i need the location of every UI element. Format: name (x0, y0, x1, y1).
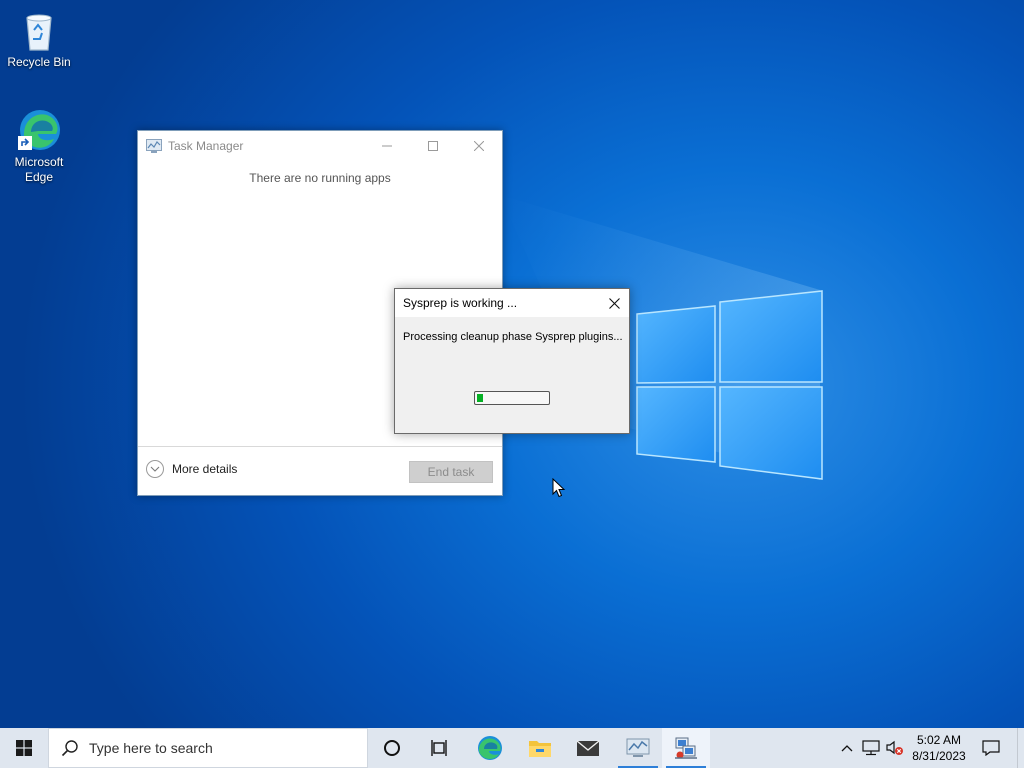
file-explorer-button[interactable] (516, 728, 564, 768)
progress-bar (474, 391, 550, 405)
minimize-icon (382, 145, 392, 147)
mouse-cursor-icon (552, 478, 566, 498)
close-icon (474, 141, 484, 151)
volume-tray-button[interactable] (884, 728, 906, 768)
taskbar-clock[interactable]: 5:02 AM 8/31/2023 (908, 732, 970, 764)
cortana-button[interactable] (368, 728, 416, 768)
maximize-button[interactable] (410, 131, 456, 161)
search-input[interactable] (87, 739, 351, 757)
task-manager-icon (626, 738, 650, 757)
more-details-label: More details (172, 462, 238, 476)
search-icon (61, 739, 79, 757)
desktop-icon-microsoft-edge[interactable]: Microsoft Edge (1, 106, 77, 185)
show-hidden-icons-button[interactable] (838, 728, 856, 768)
clock-date: 8/31/2023 (912, 749, 966, 763)
desktop-icon-recycle-bin[interactable]: Recycle Bin (1, 8, 77, 70)
task-manager-footer: More details End task (138, 446, 502, 495)
task-view-button[interactable] (416, 728, 464, 768)
taskbar-sysprep-button[interactable] (662, 728, 710, 768)
taskbar-edge-button[interactable] (466, 728, 514, 768)
more-details-button[interactable]: More details (146, 460, 237, 478)
windows-start-icon (16, 740, 32, 756)
show-desktop-button[interactable] (1017, 728, 1024, 768)
maximize-icon (428, 141, 438, 151)
taskbar: 5:02 AM 8/31/2023 (0, 728, 1024, 768)
progress-fill (477, 394, 483, 402)
sysprep-titlebar[interactable]: Sysprep is working ... (395, 289, 629, 317)
clock-time: 5:02 AM (916, 733, 962, 747)
notification-icon (982, 740, 1000, 756)
taskbar-search-box[interactable] (48, 728, 368, 768)
taskbar-task-manager-button[interactable] (614, 728, 662, 768)
start-button[interactable] (0, 728, 48, 768)
network-icon (862, 740, 880, 756)
chevron-up-icon (841, 745, 853, 752)
edge-icon (478, 736, 502, 760)
mail-icon (576, 740, 600, 756)
task-view-icon (431, 740, 447, 756)
no-apps-message: There are no running apps (249, 171, 391, 185)
edge-icon (18, 110, 60, 150)
task-manager-titlebar[interactable]: Task Manager (138, 131, 502, 161)
task-manager-icon (146, 139, 162, 153)
close-button[interactable] (599, 289, 629, 317)
network-tray-button[interactable] (860, 728, 882, 768)
volume-muted-icon (886, 740, 903, 755)
close-icon (608, 297, 620, 309)
mail-button[interactable] (564, 728, 612, 768)
chevron-down-icon (146, 460, 164, 478)
recycle-bin-icon (26, 14, 52, 51)
dialog-title: Sysprep is working ... (403, 296, 518, 310)
sysprep-icon (675, 737, 697, 759)
window-title: Task Manager (168, 139, 244, 153)
action-center-button[interactable] (974, 728, 1008, 768)
status-message: Processing cleanup phase Sysprep plugins… (403, 331, 623, 343)
file-explorer-icon (529, 741, 551, 757)
minimize-button[interactable] (364, 131, 410, 161)
end-task-button[interactable]: End task (409, 461, 493, 483)
close-button[interactable] (456, 131, 502, 161)
cortana-icon (384, 740, 400, 756)
sysprep-dialog: Sysprep is working ... Processing cleanu… (394, 288, 630, 434)
desktop-icon-label: Microsoft Edge (14, 155, 64, 184)
desktop-icon-label: Recycle Bin (7, 55, 71, 69)
